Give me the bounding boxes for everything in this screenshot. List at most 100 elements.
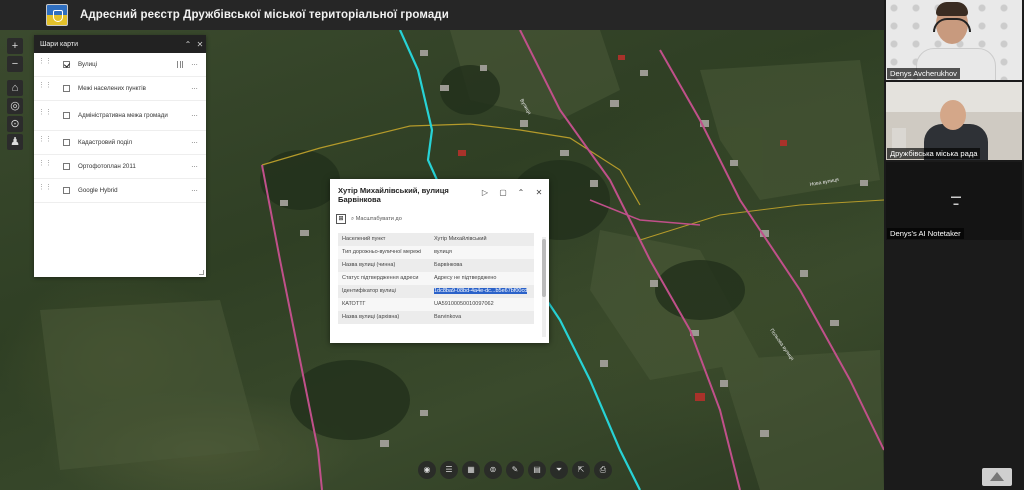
grid-button[interactable]: ▦ [462, 461, 480, 479]
app-header: Адресний реєстр Дружбівської міської тер… [0, 0, 884, 30]
participant-name-2: Дружбівська міська рада [887, 148, 981, 159]
drag-handle-icon[interactable]: ⋮⋮ [38, 184, 52, 196]
popup-actions: ▷ ▢ ⌃ ✕ [481, 188, 543, 197]
layer-label: Межі населених пунктів [78, 84, 146, 92]
person-head [940, 100, 966, 130]
map-navigation-tools: + − ⌂ ◎ ⊙ ♟ [7, 38, 23, 150]
drag-handle-icon[interactable]: ⋮⋮ [38, 58, 52, 70]
attribute-row: Тип дорожньо-вуличної мережі вулиця [338, 246, 534, 259]
layer-visibility-checkbox[interactable] [63, 85, 70, 92]
feature-popup: Хутір Михайлівський, вулиця Барвінкова ▷… [330, 179, 549, 343]
print-button[interactable]: ⎙ [594, 461, 612, 479]
street-line-west [261, 164, 323, 490]
attribute-key: Тип дорожньо-вуличної мережі [338, 246, 430, 259]
legend-icon[interactable] [177, 61, 183, 68]
zoom-to-button[interactable]: Масштабувати до [351, 216, 402, 223]
list-button[interactable]: ☰ [440, 461, 458, 479]
screen: Адресний реєстр Дружбівської міської тер… [0, 0, 1024, 490]
attribute-value-text: 1dc8ba9-08bd-4a4e-dc...b5e67bf00cd [434, 288, 528, 294]
attribute-value-text: вулиця [434, 249, 452, 255]
attribute-row: Населений пункт Хутір Михайлівський [338, 233, 534, 246]
attribute-value: UA59100050010097062 [430, 298, 534, 311]
layer-label: Вулиці [78, 60, 98, 68]
attribute-value: Barvinkova [430, 311, 534, 324]
attribute-value: Хутір Михайлівський [430, 233, 534, 246]
layers-button[interactable]: ⊚ [484, 461, 502, 479]
participant-tile-1[interactable]: Denys Avcherukhov [886, 0, 1022, 80]
collapse-panel-button[interactable]: ⌃ [182, 40, 194, 49]
layer-visibility-checkbox[interactable] [63, 139, 70, 146]
share-button[interactable]: ⇱ [572, 461, 590, 479]
popup-title: Хутір Михайлівський, вулиця Барвінкова [338, 186, 449, 204]
close-icon[interactable]: ✕ [535, 188, 543, 197]
layer-options-button[interactable]: ··· [191, 111, 198, 120]
layer-item[interactable]: ⋮⋮ Адміністративна межа громади ··· [34, 101, 206, 131]
close-panel-button[interactable]: ✕ [194, 40, 206, 49]
video-call-panel: Denys Avcherukhov Дружбівська міська рад… [884, 0, 1024, 490]
basemap-button[interactable]: ◉ [418, 461, 436, 479]
layer-options-button[interactable]: ··· [191, 162, 198, 171]
layer-item[interactable]: ⋮⋮ Google Hybrid ··· [34, 179, 206, 203]
locate-button[interactable]: ◎ [7, 98, 23, 114]
dock-icon[interactable]: ▷ [481, 188, 489, 197]
layer-options-button[interactable]: ··· [191, 138, 198, 147]
home-button[interactable]: ⌂ [7, 80, 23, 96]
layer-options-button[interactable]: ··· [191, 84, 198, 93]
popup-scrollbar[interactable] [542, 237, 546, 337]
zoom-out-button[interactable]: − [7, 56, 23, 72]
attribute-value: вулиця [430, 246, 534, 259]
edit-button[interactable]: ✎ [506, 461, 524, 479]
panel-resize-handle[interactable] [199, 270, 204, 275]
drag-handle-icon[interactable]: ⋮⋮ [38, 136, 52, 148]
attribute-value-text: Хутір Михайлівський [434, 236, 487, 242]
attribute-value: 1dc8ba9-08bd-4a4e-dc...b5e67bf00cd [430, 285, 534, 298]
layer-item[interactable]: ⋮⋮ Вулиці ··· [34, 53, 206, 77]
layer-visibility-checkbox[interactable] [63, 112, 70, 119]
attribute-table: Населений пункт Хутір Михайлівський Тип до… [338, 233, 534, 324]
participant-tile-3[interactable]: ▬▬ ▬ Denys's AI Notetaker [886, 162, 1022, 240]
attribute-key: Назва вулиці (архівна) [338, 311, 430, 324]
attribute-value: Барвінкова [430, 259, 534, 272]
collapse-icon[interactable]: ⌃ [517, 188, 525, 197]
layer-item[interactable]: ⋮⋮ Ортофотоплан 2011 ··· [34, 155, 206, 179]
layer-item[interactable]: ⋮⋮ Кадастровий поділ ··· [34, 131, 206, 155]
layer-list: ⋮⋮ Вулиці ··· ⋮⋮ Межі населених пунктів ··· ⋮⋮… [34, 53, 206, 203]
layers-panel-header: Шари карти ⌃ ✕ [34, 35, 206, 53]
layer-item[interactable]: ⋮⋮ Межі населених пунктів ··· [34, 77, 206, 101]
attribute-key: Ідентифікатор вулиці [338, 285, 430, 298]
table-button[interactable]: ▤ [528, 461, 546, 479]
maximize-icon[interactable]: ▢ [499, 188, 507, 197]
attribute-value-text: Барвінкова [434, 262, 463, 268]
layer-visibility-checkbox[interactable] [63, 61, 70, 68]
layer-options-button[interactable]: ··· [191, 186, 198, 195]
filter-button[interactable]: ⏷ [550, 461, 568, 479]
zoom-in-button[interactable]: + [7, 38, 23, 54]
attribute-value: Адресу не підтверджено [430, 272, 534, 285]
participant-name-1: Denys Avcherukhov [887, 68, 960, 79]
attribute-row: Назва вулиці (чинна) Барвінкова [338, 259, 534, 272]
attribute-value-text: Адресу не підтверджено [434, 275, 497, 281]
attribute-row: КАТОТТГ UA59100050010097062 [338, 298, 534, 311]
community-coat-of-arms-logo [46, 4, 68, 26]
layer-options-button[interactable]: ··· [191, 60, 198, 69]
select-feature-icon[interactable]: ⊞ [336, 214, 346, 224]
attribute-row: Ідентифікатор вулиці 1dc8ba9-08bd-4a4e-dc… [338, 285, 534, 298]
drag-handle-icon[interactable]: ⋮⋮ [38, 160, 52, 172]
participant-name-3: Denys's AI Notetaker [887, 228, 964, 239]
layer-label: Кадастровий поділ [78, 138, 133, 146]
layer-visibility-checkbox[interactable] [63, 163, 70, 170]
bottom-toolbar: ◉ ☰ ▦ ⊚ ✎ ▤ ⏷ ⇱ ⎙ [418, 461, 612, 481]
street-view-button[interactable]: ♟ [7, 134, 23, 150]
compass-button[interactable]: ⊙ [7, 116, 23, 132]
popup-toolbar: ⊞ Масштабувати до [334, 212, 545, 226]
layer-visibility-checkbox[interactable] [63, 187, 70, 194]
attribute-row: Статус підтвердження адреси Адресу не під… [338, 272, 534, 285]
participant-tile-2[interactable]: Дружбівська міська рада [886, 82, 1022, 160]
room-object [892, 128, 906, 150]
app-title: Адресний реєстр Дружбівської міської тер… [80, 9, 449, 21]
layer-label: Ортофотоплан 2011 [78, 162, 136, 170]
notetaker-logo: ▬▬ ▬ [951, 194, 961, 207]
drag-handle-icon[interactable]: ⋮⋮ [38, 82, 52, 94]
drag-handle-icon[interactable]: ⋮⋮ [38, 109, 52, 121]
layers-panel: Шари карти ⌃ ✕ ⋮⋮ Вулиці ··· ⋮⋮ Межі населен… [34, 35, 206, 277]
